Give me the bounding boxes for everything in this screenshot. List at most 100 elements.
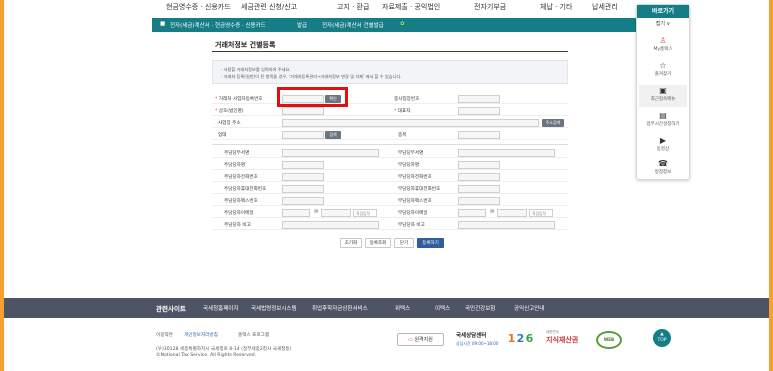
ceo-input[interactable] xyxy=(458,106,500,115)
call-center-number: 126 xyxy=(507,332,534,345)
fax2-input[interactable] xyxy=(458,196,500,205)
register-button[interactable]: 등록하기 xyxy=(417,238,444,248)
email-domain-select[interactable]: 직접입력 xyxy=(353,208,377,217)
fax-label: 주담당자팩스번호 xyxy=(224,199,258,204)
quick-item-myhometax[interactable]: ♙ My홈택스 xyxy=(639,35,687,57)
breadcrumb-item-single-issue[interactable]: 전자(세금)계산서 건별발급 xyxy=(322,21,384,29)
title-divider xyxy=(212,51,568,52)
web-accessibility-logo: WEB xyxy=(596,331,622,349)
address-search-button[interactable]: 주소검색 xyxy=(542,118,564,127)
item-label: 종목 xyxy=(398,133,407,138)
footer-link[interactable]: 국세청홈페이지 xyxy=(203,304,238,312)
person2-label: 부담당자명 xyxy=(398,163,420,168)
quick-item-video[interactable]: ▶ 동영상 xyxy=(639,135,687,157)
quick-panel-collapse[interactable]: 접기 ∨ xyxy=(637,20,689,27)
mobile-input[interactable] xyxy=(282,184,324,193)
address-label: 사업장 주소 xyxy=(218,121,241,126)
sub-biz-label: 종사업장번호 xyxy=(394,97,420,102)
person2-input[interactable] xyxy=(458,160,500,169)
building-icon: ▤ xyxy=(659,111,667,120)
headset-icon: ☎ xyxy=(658,159,668,168)
email2-id-input[interactable] xyxy=(458,208,486,217)
form-row: 주담당자 비고 부담당자 비고 xyxy=(212,219,568,230)
reset-button[interactable]: 초기화 xyxy=(340,238,362,248)
footer-link[interactable]: 국세법령정보시스템 xyxy=(251,304,297,312)
breadcrumb: ■ 전자(세금)계산서 · 현금영수증 · 신용카드 발급 전자(세금)계산서 … xyxy=(152,18,639,32)
settings-icon[interactable]: ✿ xyxy=(400,21,405,27)
address-input[interactable] xyxy=(282,118,539,127)
quick-item-recent[interactable]: ▣ 최근접속메뉴 xyxy=(639,85,687,107)
breadcrumb-item-issue[interactable]: 발급 xyxy=(297,21,307,29)
footer-link[interactable]: 국민건강보험 xyxy=(465,304,495,312)
phone2-input[interactable] xyxy=(458,172,500,181)
related-sites-title: 관련사이트 xyxy=(156,305,186,313)
section-divider xyxy=(212,144,568,145)
breadcrumb-item-einvoice[interactable]: 전자(세금)계산서 · 현금영수증 · 신용카드 xyxy=(170,21,266,29)
menu-tax-manage[interactable]: 납세관리 xyxy=(592,2,618,12)
ip-logo: 대한민국 지식재산권 xyxy=(546,330,579,344)
note-input[interactable] xyxy=(282,220,379,229)
terms-link[interactable]: 이용약관 xyxy=(156,332,173,338)
company-label: 상호(법인명) xyxy=(218,109,244,114)
form-row: 주담당자이메일 @ 직접입력 부담당자이메일 @ 직접입력 xyxy=(212,207,568,218)
email2-domain-input[interactable] xyxy=(497,208,527,217)
home-icon[interactable]: ■ xyxy=(160,21,165,27)
menu-cash-receipt[interactable]: 현금영수증 · 신용카드 xyxy=(166,2,231,12)
email2-domain-select[interactable]: 직접입력 xyxy=(529,208,553,217)
business-type-label: 업태 xyxy=(218,133,227,138)
footer-link[interactable]: 공익신고안내 xyxy=(514,304,544,312)
company-input[interactable] xyxy=(282,106,324,115)
fax-input[interactable] xyxy=(282,196,324,205)
privacy-link[interactable]: 개인정보처리방침 xyxy=(184,333,218,338)
dept-input[interactable] xyxy=(282,148,379,157)
sub-biz-input[interactable] xyxy=(458,94,500,103)
footer-link[interactable]: 위택스 xyxy=(395,304,410,312)
menu-donation[interactable]: 전자기부금 xyxy=(474,2,506,12)
note2-input[interactable] xyxy=(458,220,555,229)
call-center-hours: 상담시간 09:00~18:00 xyxy=(456,341,499,346)
phone-input[interactable] xyxy=(282,172,324,181)
footer-link[interactable]: 이택스 xyxy=(435,304,450,312)
footer-link[interactable]: 취업후학자금상환서비스 xyxy=(312,304,368,312)
business-type-search-button[interactable]: 검색 xyxy=(325,130,341,139)
email-domain-input[interactable] xyxy=(321,208,351,217)
ceo-label: 대표자 xyxy=(397,109,411,114)
quick-item-hours[interactable]: ▤ 업무시간설정하기 xyxy=(639,110,687,132)
form-row: 사업장 주소 주소검색 xyxy=(212,117,568,128)
quick-item-info[interactable]: ☎ 방정정보 xyxy=(639,158,687,180)
form-row: 주담당자팩스번호 부담당자팩스번호 xyxy=(212,195,568,206)
mobile-label: 주담당자휴대전화번호 xyxy=(224,187,267,192)
quick-panel: 바로가기 접기 ∨ ♙ My홈택스 ☆ 즐겨찾기 ▣ 최근접속메뉴 ▤ 업무시간… xyxy=(636,4,690,180)
menu-tax-apply[interactable]: 세금관련 신청/신고 xyxy=(241,2,297,12)
form-row: 주담당자휴대전화번호 부담당자휴대전화번호 xyxy=(212,183,568,194)
notice-line: · 거래처 등록(일반)이 된 항목을 경우, '거래처등록관리→거래처정보 변… xyxy=(221,74,402,79)
quick-item-favorites[interactable]: ☆ 즐겨찾기 xyxy=(639,60,687,82)
list-button[interactable]: 등록조회 xyxy=(365,238,391,248)
form-row: 주담당부서명 부담당부서명 xyxy=(212,147,568,158)
scroll-top-button[interactable]: ▲ TOP xyxy=(653,329,671,347)
item-input[interactable] xyxy=(458,130,500,139)
menu-notice-refund[interactable]: 고지 · 환급 xyxy=(337,2,369,12)
person-label: 주담당자명 xyxy=(224,163,246,168)
footer-address: (우)30128 세종특별자치시 국세청로 8-14 (정부세종2청사 국세청동… xyxy=(156,347,292,352)
form-row: * 상호(법인명) * 대표자 xyxy=(212,105,568,116)
business-type-input[interactable] xyxy=(282,130,324,139)
person-input[interactable] xyxy=(282,160,324,169)
email-at-sign: @ xyxy=(314,209,319,214)
dept2-input[interactable] xyxy=(458,148,555,157)
notice-box: · 사용할 거래처정보를 입력하여 주세요. · 거래처 등록(일반)이 된 항… xyxy=(212,60,568,84)
dept-label: 주담당부서명 xyxy=(224,151,250,156)
mobile2-label: 부담당자휴대전화번호 xyxy=(398,187,441,192)
highlight-box xyxy=(277,87,348,107)
close-button[interactable]: 닫기 xyxy=(394,238,414,248)
menu-arrears[interactable]: 체납 · 기타 xyxy=(540,2,572,12)
program-link[interactable]: 홈택스 프로그램 xyxy=(238,332,269,338)
phone-label: 주담당자전화번호 xyxy=(224,175,258,180)
mobile2-input[interactable] xyxy=(458,184,500,193)
form-row: 주담당자전화번호 부담당자전화번호 xyxy=(212,171,568,182)
remote-support-button[interactable]: ▭ 원격지원 xyxy=(397,333,444,346)
page-title: 거래처정보 건별등록 xyxy=(215,41,276,49)
menu-data-submit[interactable]: 자료제출 · 공익법인 xyxy=(382,2,440,12)
email-id-input[interactable] xyxy=(282,208,310,217)
call-center-title: 국세상담센터 xyxy=(456,333,487,339)
